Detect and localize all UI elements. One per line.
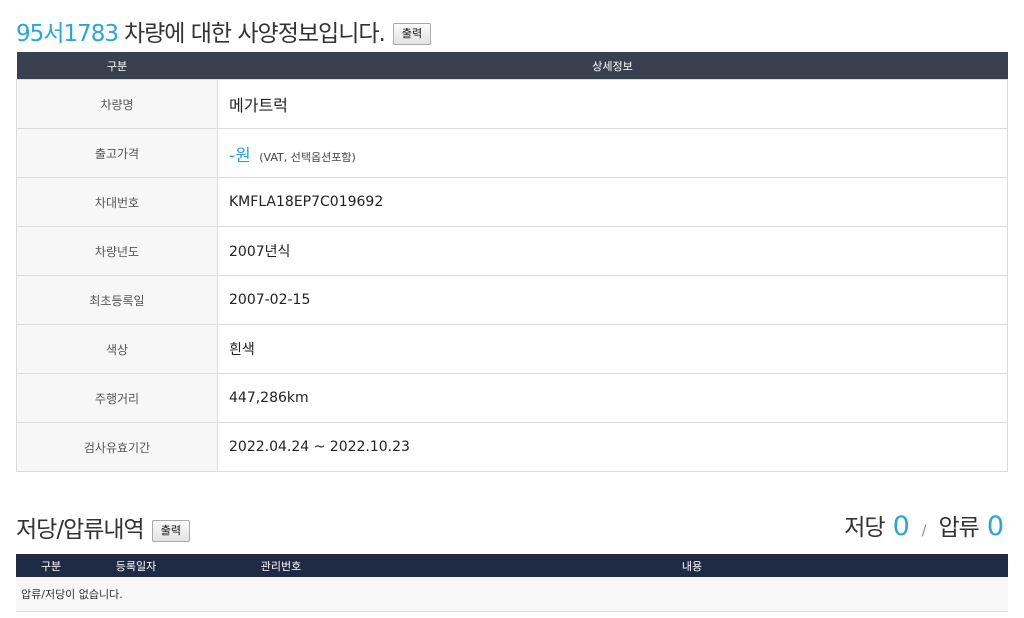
table-row: 차량년도 2007년식 <box>16 226 1008 276</box>
spec-title-row: 95서1783 차량에 대한 사양정보입니다. 출력 <box>16 14 432 48</box>
table-row: 압류/저당이 없습니다. <box>16 577 1008 612</box>
lien-header-date: 등록일자 <box>86 554 186 577</box>
spec-label-mileage: 주행거리 <box>16 373 218 423</box>
spec-value-first-registration: 2007-02-15 <box>217 275 1008 325</box>
spec-value-vehicle-name: 메가트럭 <box>217 79 1008 129</box>
lien-table-header-row: 구분 등록일자 관리번호 내용 <box>16 554 1008 577</box>
lien-header-content: 내용 <box>376 554 1008 577</box>
table-row: 차대번호 KMFLA18EP7C019692 <box>16 177 1008 227</box>
spec-label-first-registration: 최초등록일 <box>16 275 218 325</box>
lien-header-control-number: 관리번호 <box>186 554 376 577</box>
seizure-label: 압류 <box>938 515 979 541</box>
spec-label-color: 색상 <box>16 324 218 374</box>
count-separator: / <box>921 523 927 539</box>
spec-print-button[interactable]: 출력 <box>392 23 432 45</box>
spec-label-inspection-period: 검사유효기간 <box>16 422 218 472</box>
spec-value-color: 흰색 <box>217 324 1008 374</box>
seizure-count: 0 <box>986 511 1004 542</box>
spec-header-category: 구분 <box>16 52 218 80</box>
table-row: 최초등록일 2007-02-15 <box>16 275 1008 325</box>
spec-header-detail: 상세정보 <box>217 52 1008 80</box>
spec-table-header-row: 구분 상세정보 <box>16 52 1008 80</box>
vehicle-spec-page: 95서1783 차량에 대한 사양정보입니다. 출력 구분 상세정보 차량명 메… <box>0 0 1024 618</box>
table-row: 주행거리 447,286km <box>16 373 1008 423</box>
spec-value-inspection-period: 2022.04.24 ~ 2022.10.23 <box>217 422 1008 472</box>
spec-label-vehicle-name: 차량명 <box>16 79 218 129</box>
spec-value-model-year: 2007년식 <box>217 226 1008 276</box>
table-row: 검사유효기간 2022.04.24 ~ 2022.10.23 <box>16 422 1008 472</box>
spec-value-mileage: 447,286km <box>217 373 1008 423</box>
lien-header-category: 구분 <box>16 554 86 577</box>
spec-label-vin: 차대번호 <box>16 177 218 227</box>
spec-label-price: 출고가격 <box>16 128 218 178</box>
spec-title-text: 차량에 대한 사양정보입니다. <box>123 21 386 47</box>
spec-value-vin: KMFLA18EP7C019692 <box>217 177 1008 227</box>
table-row: 출고가격 -원 (VAT, 선택옵션포함) <box>16 128 1008 178</box>
spec-label-model-year: 차량년도 <box>16 226 218 276</box>
lien-counts: 저당 0 / 압류 0 <box>844 508 1004 542</box>
price-amount: -원 <box>229 145 251 166</box>
lien-print-button[interactable]: 출력 <box>151 520 190 542</box>
vehicle-plate-number: 95서1783 <box>16 21 119 47</box>
lien-title-row: 저당/압류내역 출력 <box>16 510 190 544</box>
mortgage-label: 저당 <box>844 515 885 541</box>
lien-table: 구분 등록일자 관리번호 내용 압류/저당이 없습니다. <box>16 554 1008 612</box>
spec-value-price: -원 (VAT, 선택옵션포함) <box>217 128 1008 178</box>
table-row: 차량명 메가트럭 <box>16 79 1008 129</box>
lien-empty-message: 압류/저당이 없습니다. <box>16 577 1008 612</box>
spec-table: 구분 상세정보 차량명 메가트럭 출고가격 -원 (VAT, 선택옵션포함) 차… <box>16 52 1008 472</box>
table-row: 색상 흰색 <box>16 324 1008 374</box>
lien-section-title: 저당/압류내역 <box>16 517 145 543</box>
mortgage-count: 0 <box>892 511 910 542</box>
price-note: (VAT, 선택옵션포함) <box>259 150 356 164</box>
